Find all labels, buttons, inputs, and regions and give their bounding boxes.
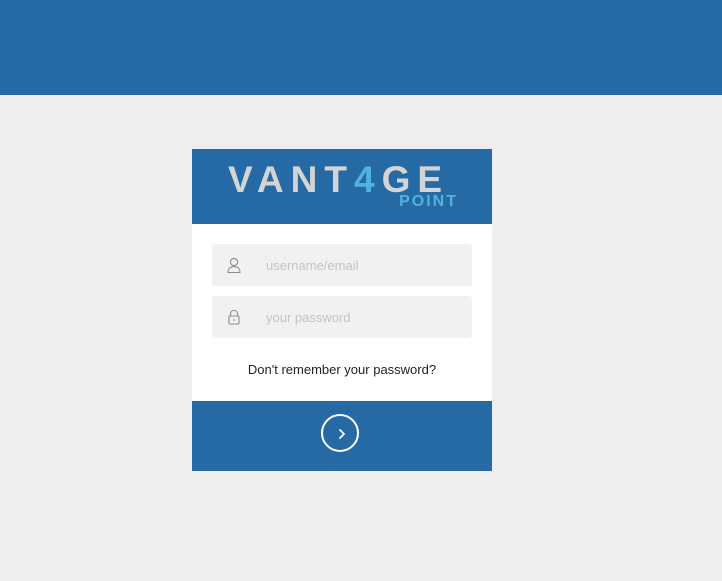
brand-word-part1: VANT <box>228 159 354 200</box>
submit-button[interactable] <box>321 414 359 452</box>
card-header: VANT4GE POINT <box>192 149 492 224</box>
brand-word-accent: 4 <box>353 159 382 200</box>
username-input[interactable] <box>266 244 466 286</box>
card-footer <box>192 401 492 471</box>
top-bar <box>0 0 722 95</box>
user-icon <box>226 257 242 274</box>
username-field[interactable] <box>212 244 472 286</box>
forgot-password-link[interactable]: Don't remember your password? <box>192 362 492 377</box>
chevron-right-icon <box>339 429 345 439</box>
lock-icon <box>226 309 242 325</box>
login-card: VANT4GE POINT Don't remember your passwo… <box>192 149 492 471</box>
brand-logo: VANT4GE POINT <box>228 161 458 213</box>
password-input[interactable] <box>266 296 466 338</box>
password-field[interactable] <box>212 296 472 338</box>
brand-subtitle: POINT <box>399 193 458 210</box>
